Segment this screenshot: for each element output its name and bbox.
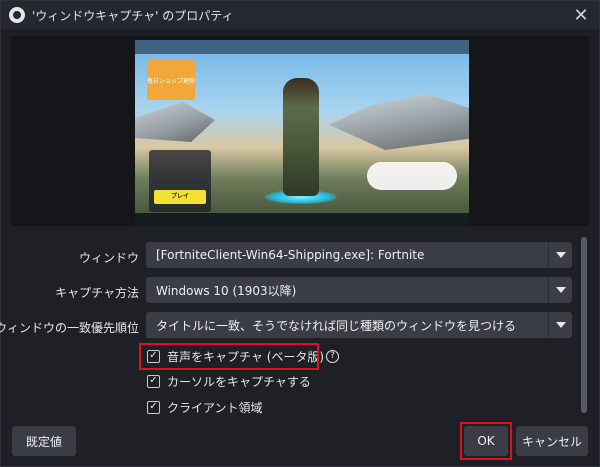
capture-method-select[interactable]: Windows 10 (1903以降) xyxy=(146,277,572,303)
capture-method-value: Windows 10 (1903以降) xyxy=(156,283,297,298)
window-select[interactable]: [FortniteClient-Win64-Shipping.exe]: For… xyxy=(146,242,572,268)
help-icon[interactable]: ? xyxy=(326,349,340,363)
chevron-down-icon xyxy=(548,242,572,268)
scrollbar-thumb[interactable] xyxy=(581,237,587,413)
priority-label: ウィンドウの一致優先順位 xyxy=(0,321,139,335)
close-button[interactable]: ✕ xyxy=(569,3,593,27)
window-label: ウィンドウ xyxy=(78,251,139,265)
capture-method-label: キャプチャ方法 xyxy=(55,286,139,300)
client-area-row[interactable]: ✓ クライアント領域 xyxy=(147,398,263,416)
shop-card: 毎日ショップ更新 xyxy=(147,60,195,100)
priority-select[interactable]: タイトルに一致、そうでなければ同じ種類のウィンドウを見つける xyxy=(146,312,572,338)
defaults-button[interactable]: 既定値 xyxy=(12,426,76,456)
play-button: プレイ xyxy=(154,190,206,204)
cancel-button[interactable]: キャンセル xyxy=(516,426,588,456)
game-top-bar xyxy=(135,40,469,54)
game-preview-image: 毎日ショップ更新 プレイ xyxy=(135,40,469,225)
info-card xyxy=(367,162,457,190)
title-bar: 'ウィンドウキャプチャ' のプロパティ ✕ xyxy=(1,1,599,29)
capture-cursor-label: カーソルをキャプチャする xyxy=(167,374,311,389)
spaceship-left xyxy=(135,102,215,142)
ok-button[interactable]: OK xyxy=(464,426,508,456)
obs-app-icon xyxy=(9,7,25,23)
window-title: 'ウィンドウキャプチャ' のプロパティ xyxy=(32,8,234,23)
scrollbar[interactable] xyxy=(579,233,589,419)
spaceship-right xyxy=(329,94,469,150)
client-area-checkbox[interactable]: ✓ xyxy=(147,400,160,414)
properties-dialog: 'ウィンドウキャプチャ' のプロパティ ✕ 毎日ショップ更新 プレイ ウィンドウ… xyxy=(0,0,600,467)
chevron-down-icon xyxy=(548,277,572,303)
client-area-label: クライアント領域 xyxy=(167,400,263,415)
game-bottom-bar xyxy=(135,213,469,225)
audio-highlight-box xyxy=(139,343,319,370)
capture-cursor-row[interactable]: ✓ カーソルをキャプチャする xyxy=(147,372,311,390)
window-select-value: [FortniteClient-Win64-Shipping.exe]: For… xyxy=(156,248,425,262)
capture-cursor-checkbox[interactable]: ✓ xyxy=(147,374,160,388)
chevron-down-icon xyxy=(548,312,572,338)
character-figure xyxy=(283,78,319,196)
priority-value: タイトルに一致、そうでなければ同じ種類のウィンドウを見つける xyxy=(156,318,517,333)
preview-area: 毎日ショップ更新 プレイ xyxy=(11,36,589,226)
play-panel: プレイ xyxy=(149,150,211,212)
